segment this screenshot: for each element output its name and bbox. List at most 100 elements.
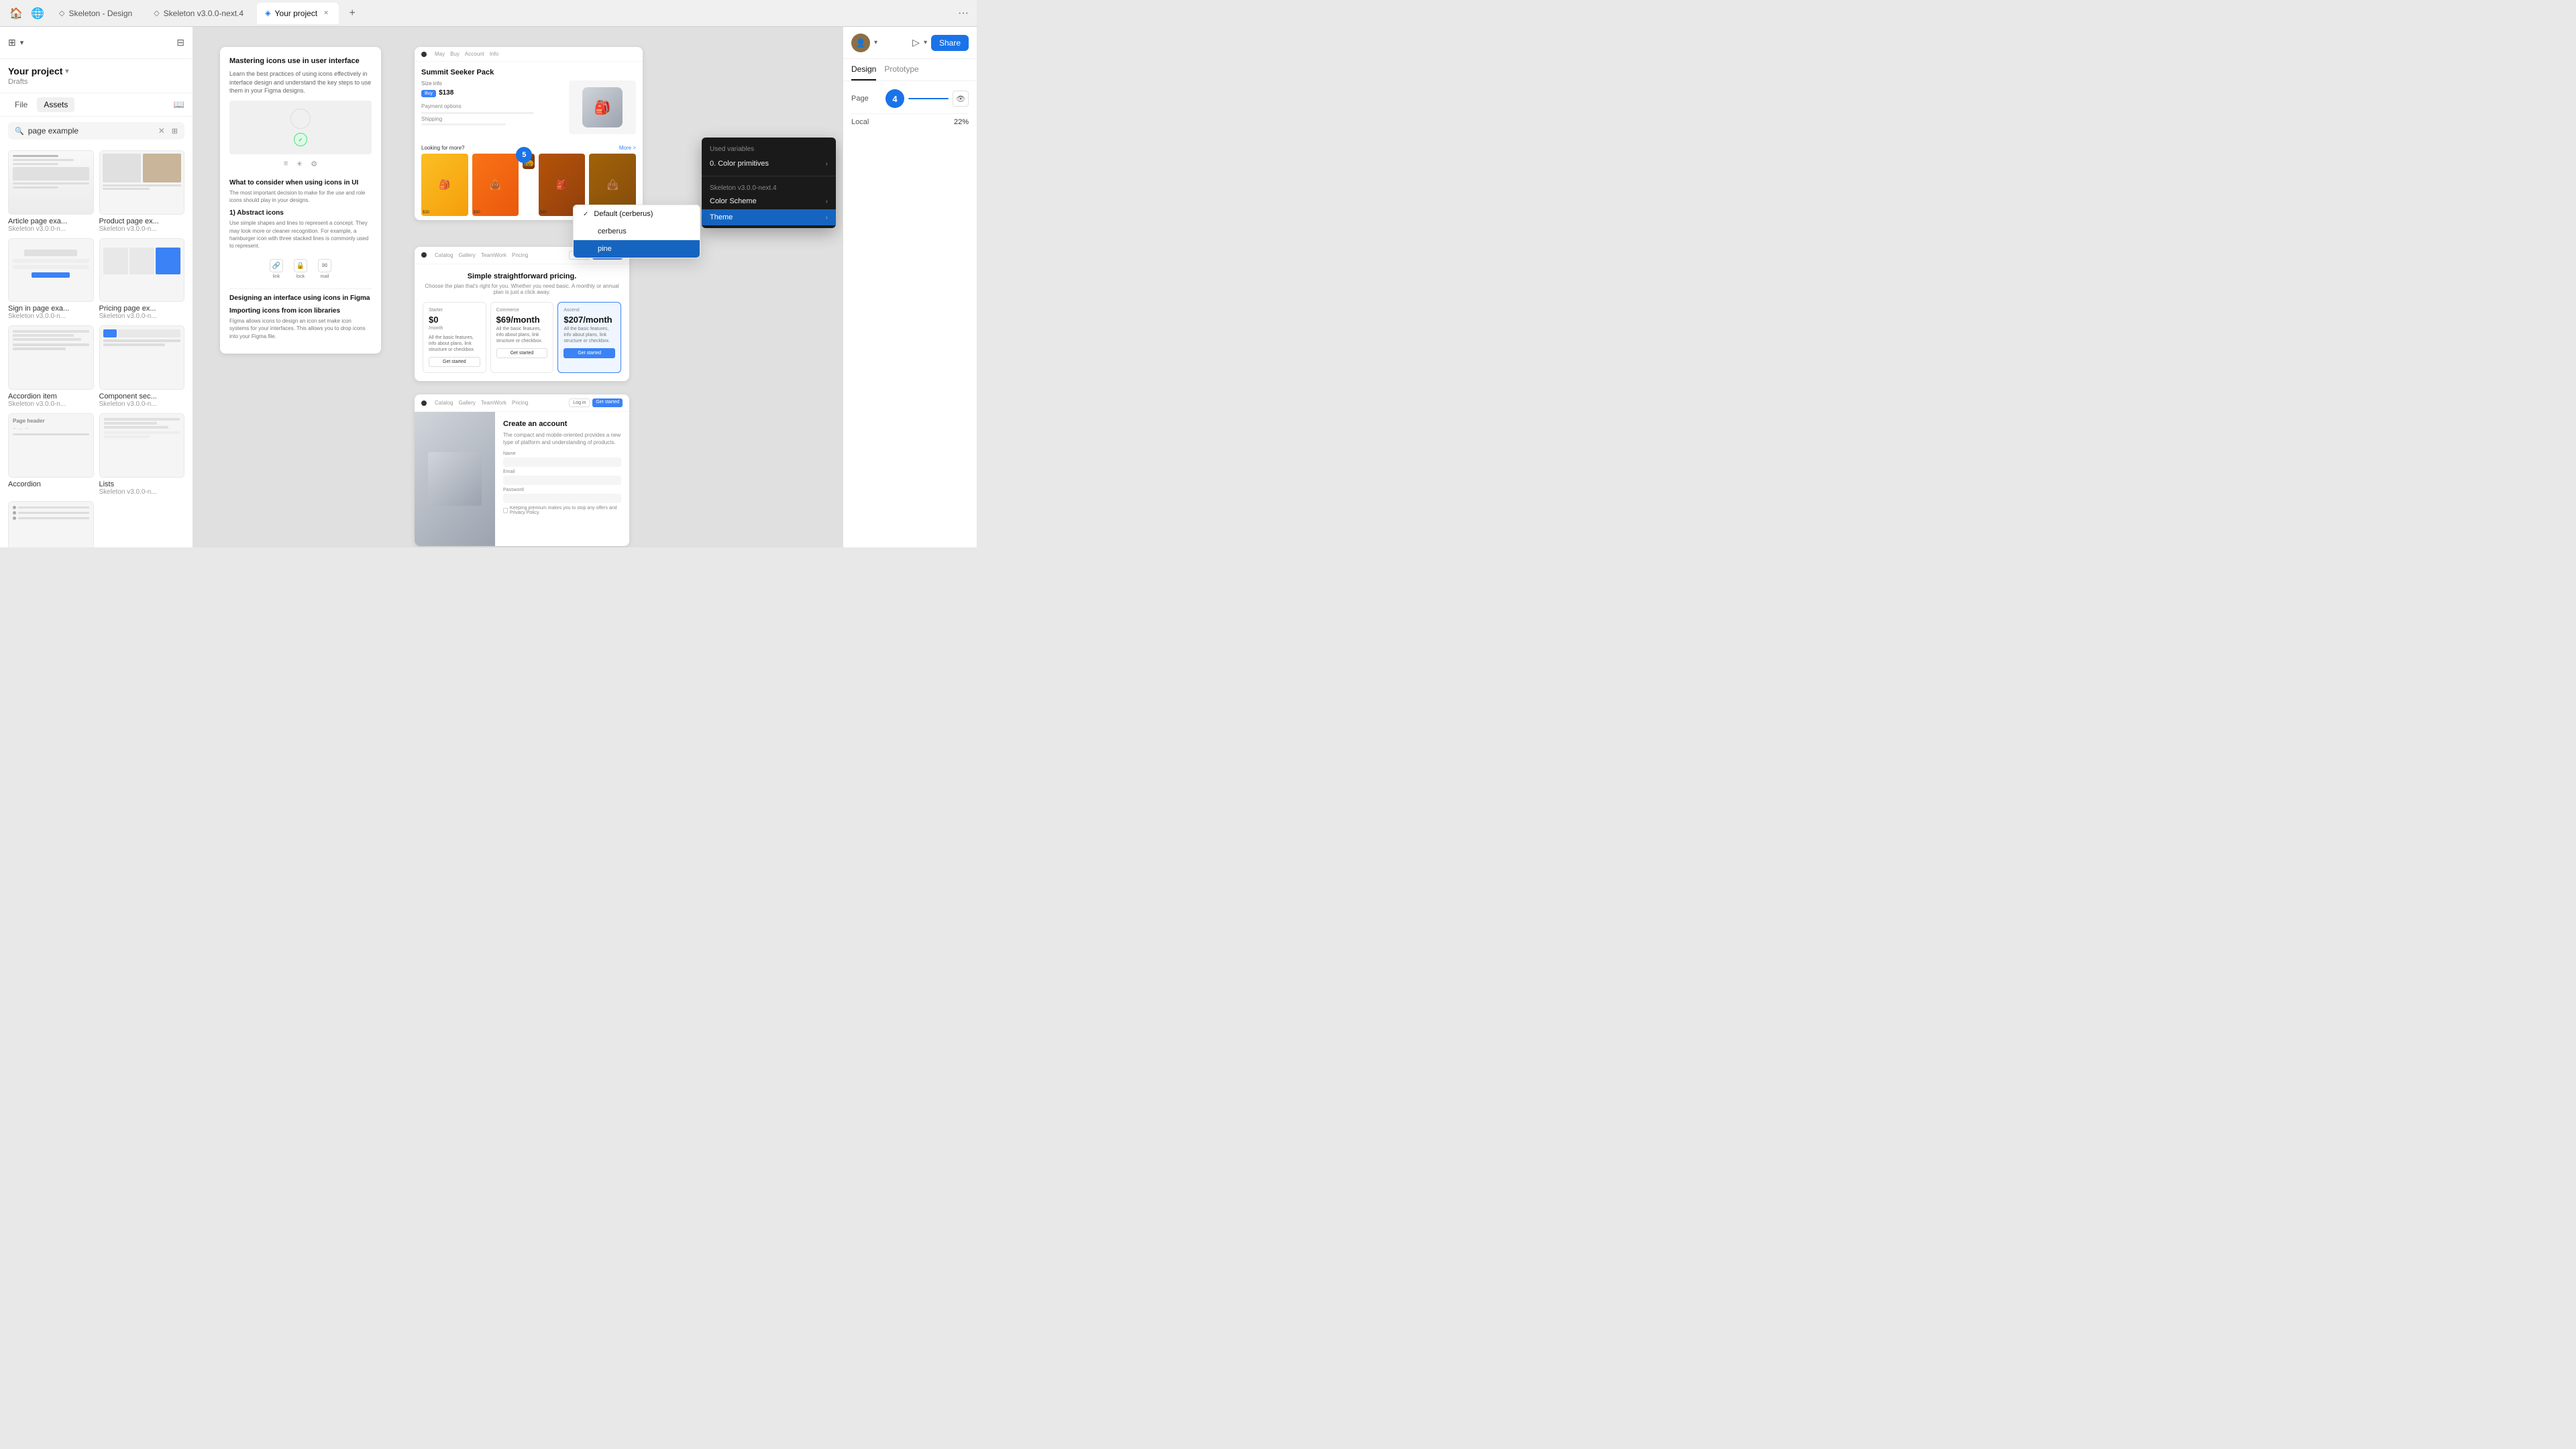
product-tag: Buy — [421, 90, 436, 97]
tools-chevron[interactable]: ▾ — [20, 38, 24, 47]
tab-close-button[interactable]: ✕ — [321, 9, 331, 18]
pricing-subtitle: Choose the plan that's right for you. Wh… — [423, 283, 621, 295]
panel-header: 👤 ▾ ▷ ▾ Share — [843, 27, 977, 59]
tier-label: Starter — [429, 308, 480, 313]
tab-skeleton-v3[interactable]: ◇ Skeleton v3.0.0-next.4 — [146, 3, 252, 24]
product-content: Summit Seeker Pack Size info Buy $138 Pa… — [415, 62, 643, 141]
item-sub: Skeleton v3.0.0-n... — [99, 225, 185, 233]
nav-tab-assets[interactable]: Assets — [37, 97, 74, 112]
tab-prototype[interactable]: Prototype — [884, 59, 918, 80]
thumb-2[interactable]: 👜 $30 — [472, 154, 519, 216]
assets-grid: Article page exa... Skeleton v3.0.0-n... — [0, 145, 193, 547]
item-sub: Skeleton v3.0.0-n... — [8, 400, 94, 408]
zoom-row: Local 22% — [851, 118, 969, 126]
variables-panel: Used variables 0. Color primitives › Ske… — [702, 138, 836, 228]
play-icon[interactable]: ▷ — [912, 37, 920, 48]
name-label: Name — [503, 451, 621, 456]
new-tab-button[interactable]: + — [344, 5, 360, 21]
item-label: Sign in page exa... — [8, 305, 94, 313]
user-avatar[interactable]: 👤 — [851, 34, 870, 52]
email-field[interactable] — [503, 476, 621, 485]
app-container: ⊞ ▾ ⊟ Your project ▾ Drafts File Assets … — [0, 27, 977, 547]
avatar-area: 👤 ▾ — [851, 34, 877, 52]
password-field[interactable] — [503, 494, 621, 503]
search-bar: 🔍 ✕ ⊞ — [8, 122, 184, 140]
thumb-3-wrapper: 👝 $30 5 — [523, 154, 534, 216]
page-slider[interactable] — [908, 98, 949, 99]
product-price: $138 — [439, 89, 453, 97]
more-menu-button[interactable]: ··· — [958, 7, 969, 19]
tier-label: Commerce — [496, 308, 548, 313]
grid-item-signin[interactable]: Sign in page exa... Skeleton v3.0.0-n... — [8, 238, 94, 321]
right-panel: 👤 ▾ ▷ ▾ Share Design Prototype Page 4 👁 — [843, 27, 977, 547]
chevron-right-icon: › — [826, 160, 828, 168]
product-title: Summit Seeker Pack — [421, 68, 636, 76]
grid-item-component[interactable]: Component sec... Skeleton v3.0.0-n... — [99, 325, 185, 408]
password-label: Password — [503, 488, 621, 492]
tab-your-project[interactable]: ◈ Your project ✕ — [257, 3, 339, 24]
filter-icon[interactable]: ⊞ — [172, 127, 178, 136]
eye-button[interactable]: 👁 — [953, 91, 969, 107]
item-thumb — [8, 238, 94, 303]
signup-title: Create an account — [503, 420, 621, 428]
theme-cerberus-item[interactable]: cerberus — [574, 223, 700, 240]
product-card: MayBuyAccountInfo Summit Seeker Pack Siz… — [415, 47, 643, 220]
more-btn[interactable]: More > — [619, 145, 636, 151]
grid-item-accordion[interactable]: Lists Skeleton v3.0.0-n... — [99, 413, 185, 496]
icon-demo-row: 🔗link 🔒lock ✉mail — [229, 254, 372, 284]
name-field[interactable] — [503, 458, 621, 467]
page-number-badge[interactable]: 4 — [885, 89, 904, 108]
book-icon[interactable]: 📖 — [174, 97, 184, 112]
main-canvas[interactable]: Mastering icons use in user interface Le… — [193, 27, 843, 547]
article-image: ✓ — [229, 101, 372, 154]
signup-card: CatalogGalleryTeamWorkPricing Log in Get… — [415, 394, 629, 546]
color-scheme-item[interactable]: Color Scheme › — [702, 193, 836, 209]
tier-btn[interactable]: Get started — [496, 348, 548, 358]
layout-toggle-icon[interactable]: ⊟ — [176, 37, 184, 48]
tools-icon[interactable]: ⊞ — [8, 37, 16, 48]
canvas-content: Mastering icons use in user interface Le… — [220, 47, 643, 546]
search-input[interactable] — [28, 126, 154, 136]
thumb-price: $30 — [474, 211, 480, 215]
project-title[interactable]: Your project ▾ — [8, 66, 184, 76]
theme-item[interactable]: Theme › — [702, 209, 836, 225]
grid-item-accordion-item[interactable]: Accordion item Skeleton v3.0.0-n... — [8, 325, 94, 408]
tab-skeleton-design[interactable]: ◇ Skeleton - Design — [51, 3, 140, 24]
project-header: Your project ▾ Drafts — [0, 59, 193, 93]
grid-item-pricing[interactable]: Pricing page ex... Skeleton v3.0.0-n... — [99, 238, 185, 321]
grid-item-page-header[interactable]: Page header ← ... → Accordion — [8, 413, 94, 496]
theme-pine-item[interactable]: pine — [574, 240, 700, 258]
avatar-chevron[interactable]: ▾ — [874, 39, 877, 46]
grid-item-lists[interactable]: Lists Skeleton v3.0.0-n... — [8, 501, 94, 548]
article-icons: ≡ ☀ ⚙ — [229, 154, 372, 174]
search-clear-icon[interactable]: ✕ — [158, 126, 165, 136]
nav-tab-file[interactable]: File — [8, 97, 34, 112]
theme-default-item[interactable]: ✓ Default (cerberus) — [574, 205, 700, 223]
tab-icon: ◇ — [59, 9, 64, 17]
get-started-btn-2[interactable]: Get started — [592, 398, 623, 407]
pricing-area: CatalogGalleryTeamWorkPricing Log in Get… — [415, 233, 643, 546]
grid: Article page exa... Skeleton v3.0.0-n... — [8, 150, 184, 547]
log-in-btn-2[interactable]: Log in — [569, 398, 590, 407]
globe-icon[interactable]: 🌐 — [30, 5, 46, 21]
share-button[interactable]: Share — [931, 35, 969, 51]
grid-item-article[interactable]: Article page exa... Skeleton v3.0.0-n... — [8, 150, 94, 233]
color-primitives-item[interactable]: 0. Color primitives › — [702, 156, 836, 172]
tier-btn-featured[interactable]: Get started — [564, 348, 615, 358]
terms-checkbox[interactable] — [503, 508, 508, 513]
tier-btn[interactable]: Get started — [429, 357, 480, 367]
thumb-1[interactable]: 🎒 $30 — [421, 154, 468, 216]
home-icon[interactable]: 🏠 — [8, 5, 24, 21]
signup-nav-links: CatalogGalleryTeamWorkPricing — [435, 400, 528, 406]
signup-area: CatalogGalleryTeamWorkPricing Log in Get… — [415, 394, 643, 546]
item-thumb: Page header ← ... → — [8, 413, 94, 478]
item-sub: Skeleton v3.0.0-n... — [99, 313, 185, 320]
play-chevron[interactable]: ▾ — [924, 39, 927, 46]
pricing-tier-starter: Starter $0 /month All the basic features… — [423, 302, 486, 373]
tier-price: $0 — [429, 315, 480, 325]
grid-item-product[interactable]: Product page ex... Skeleton v3.0.0-n... — [99, 150, 185, 233]
payment-label: Payment options — [421, 103, 562, 109]
section4-text: Figma allows icons to design an icon set… — [229, 317, 372, 340]
tab-design[interactable]: Design — [851, 59, 876, 80]
section2-heading: 1) Abstract icons — [229, 209, 372, 217]
